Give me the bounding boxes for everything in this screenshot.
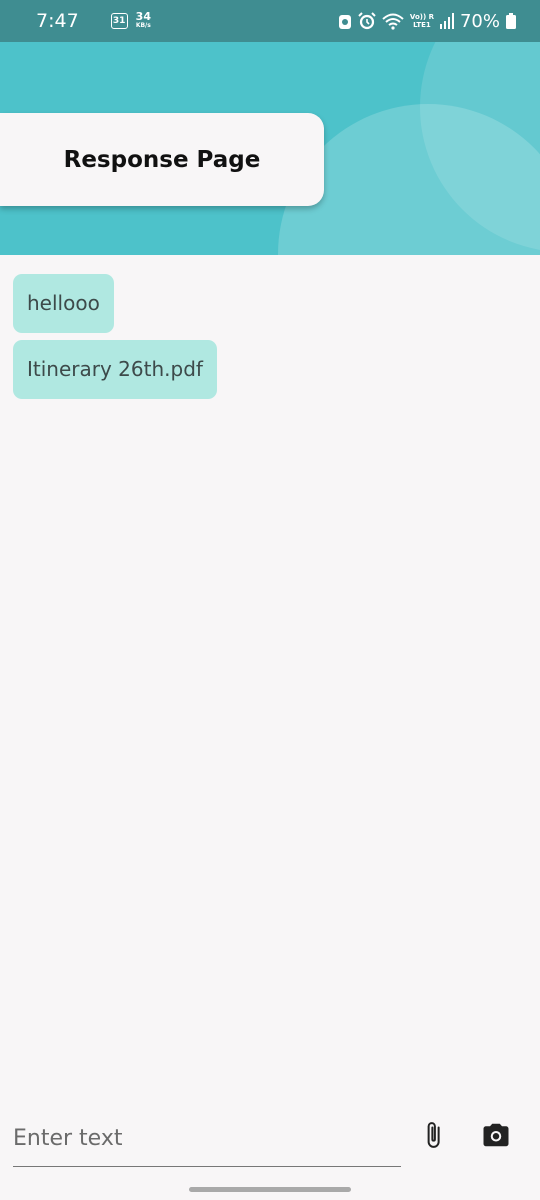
network-speed-value: 34: [135, 10, 151, 23]
network-type-top: Vo)) R: [409, 13, 434, 21]
camera-icon: [483, 1123, 509, 1147]
header: Response Page: [0, 42, 540, 255]
battery-icon: [506, 13, 516, 29]
status-icons: Vo)) R LTE1 70%: [338, 11, 516, 32]
message-input[interactable]: [13, 1110, 401, 1167]
status-bar: 7:47 31 34 KB/s Vo)) R LTE1 70%: [0, 0, 540, 42]
calendar-icon: 31: [110, 13, 128, 29]
paperclip-icon: [427, 1122, 440, 1148]
attach-button[interactable]: [418, 1120, 448, 1150]
message-list: hellooo Itinerary 26th.pdf: [13, 274, 217, 406]
camera-button[interactable]: [480, 1120, 512, 1150]
message-bubble[interactable]: hellooo: [13, 274, 114, 333]
network-type: Vo)) R LTE1: [410, 13, 434, 29]
network-speed: 34 KB/s: [135, 10, 151, 30]
alarm-icon: [358, 12, 376, 30]
wifi-icon: [382, 13, 404, 30]
page-title: Response Page: [63, 146, 261, 173]
status-time: 7:47: [36, 10, 79, 32]
home-indicator[interactable]: [189, 1187, 351, 1192]
signal-icon: [439, 13, 454, 29]
network-speed-unit: KB/s: [135, 22, 151, 29]
title-card: Response Page: [0, 113, 324, 206]
battery-percent: 70%: [459, 10, 500, 32]
composer: [13, 1110, 523, 1170]
file-message-bubble[interactable]: Itinerary 26th.pdf: [13, 340, 217, 399]
lock-icon: [338, 15, 351, 29]
network-type-bottom: LTE1: [413, 21, 431, 29]
